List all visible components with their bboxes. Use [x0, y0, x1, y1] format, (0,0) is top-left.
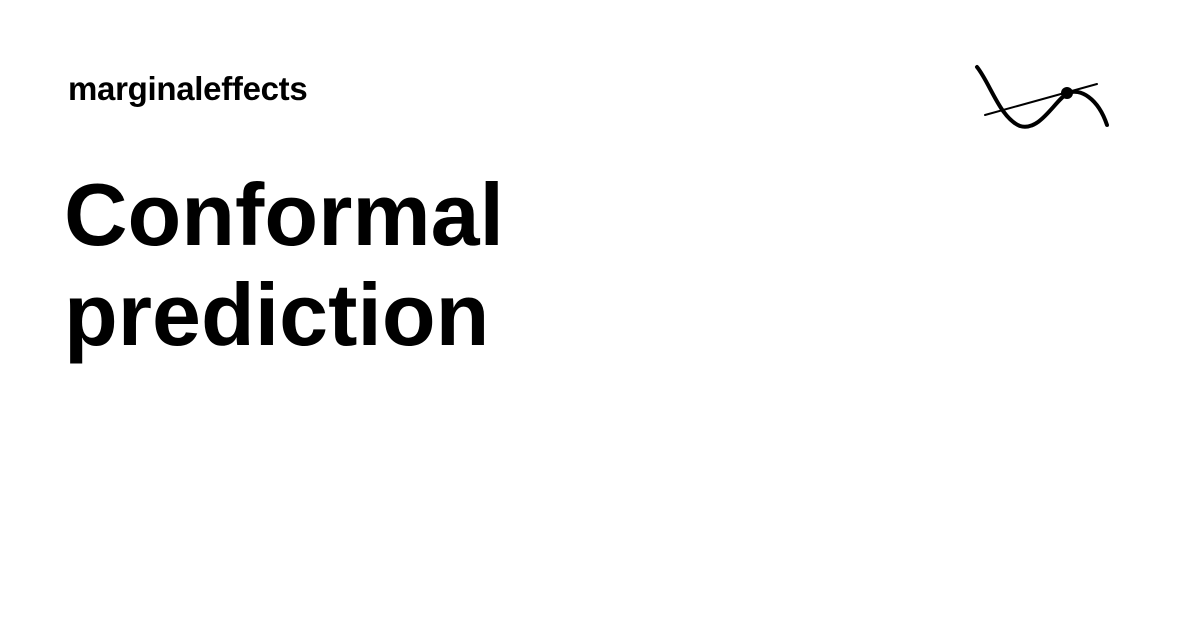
- logo-tangent-point: [1061, 87, 1073, 99]
- logo-tangent-line: [984, 83, 1098, 116]
- logo-curve: [975, 65, 1109, 129]
- page-title-line-2: prediction: [64, 265, 490, 364]
- page-title-line-1: Conformal: [64, 165, 504, 264]
- page-title: Conformal prediction: [64, 165, 764, 365]
- curve-with-tangent-line-icon: [975, 65, 1109, 129]
- brand-name: marginaleffects: [68, 70, 308, 107]
